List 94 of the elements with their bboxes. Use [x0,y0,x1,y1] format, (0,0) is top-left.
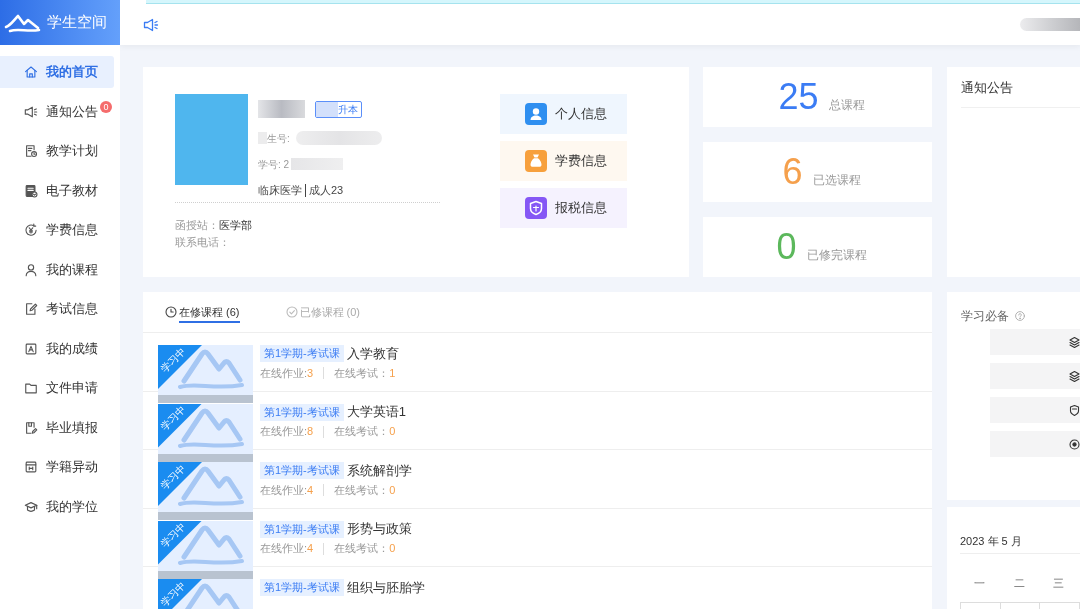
course-title[interactable]: 入学教育 [346,343,399,364]
weekday-label: 一 [974,577,986,590]
stat-number: 0 [776,229,797,265]
field-label: 生号: [267,131,290,146]
stat-label: 在线考试： [334,482,390,498]
check-circle-icon [285,306,298,318]
sidebar-item[interactable]: 教学计划 [0,135,114,167]
graduation-cap-icon [24,499,38,514]
folder-icon [24,381,38,395]
quick-link-button[interactable]: 报税信息 [500,188,627,228]
course-tab[interactable]: 在修课程 (6) [165,305,240,323]
stat-label: 在线作业: [260,365,308,381]
stat-value: 0 [389,482,396,498]
sidebar-item[interactable]: 电子教材 [0,174,114,207]
course-title[interactable]: 组织与胚胎学 [346,577,425,598]
sidebar-item[interactable]: 我的成绩 [0,332,114,365]
stat-label: 在线作业: [260,482,308,498]
course-title[interactable]: 形势与政策 [346,519,412,539]
stat-label: 在线作业: [260,424,308,440]
weekday-label: 二 [1013,577,1025,590]
sidebar-item[interactable]: 学籍异动 [0,451,114,483]
sidebar-item[interactable]: 我的课程 [0,253,114,286]
stat-label: 在线考试： [334,424,390,440]
card-title: 学习必备 [961,308,1009,325]
term-tag: 第1学期-考试课 [260,403,344,421]
weekday-label: 三 [1053,577,1065,590]
stat-label: 在线作业: [260,541,308,557]
home-icon [24,65,38,79]
document-clock-icon [24,144,38,158]
blurred-text [291,158,344,170]
count-badge: 0 [100,100,112,113]
calendar-icon [24,460,38,474]
disc-icon [1069,437,1080,451]
megaphone-icon [24,104,38,119]
book-icon [24,183,38,198]
card-title: 通知公告 [961,81,1014,95]
blurred-text [316,101,338,117]
stat-number: 25 [778,79,819,115]
term-tag: 第1学期-考试课 [260,462,344,479]
term-tag: 第1学期-考试课 [260,345,344,362]
letter-square-icon [24,341,38,356]
quick-link-button[interactable]: 学费信息 [500,141,627,181]
sidebar-item[interactable]: 我的学位 [0,490,114,523]
shield-icon [1069,403,1080,417]
sidebar-item[interactable]: 毕业填报 [0,411,114,444]
sidebar-item[interactable]: 学费信息 [0,214,114,246]
yen-circle-icon [24,223,38,237]
resource-button[interactable] [990,431,1080,457]
field-label: 函授站： [175,217,219,233]
stat-value: 1 [389,365,396,381]
stat-label: 已修完课程 [806,247,867,264]
stat-value: 4 [307,482,314,498]
blurred-text [258,100,305,118]
stat-value: 4 [307,541,314,557]
sidebar-item[interactable]: 我的首页 [0,56,114,88]
field-label: 学号: 2 [258,157,290,172]
blurred-text [1020,18,1080,31]
clock-icon [165,306,177,318]
stat-number: 6 [782,154,803,190]
major-text: 临床医学 [258,182,302,198]
stat-value: 0 [389,541,396,557]
stat-label: 在线考试： [334,365,390,381]
stat-label: 在线考试： [334,541,390,557]
sidebar-item[interactable]: 考试信息 [0,293,114,325]
field-label: 联系电话： [175,234,230,250]
logo-icon [3,12,41,33]
stat-value: 8 [307,424,314,440]
resource-button[interactable] [990,329,1080,355]
quick-link-button[interactable]: 个人信息 [500,94,627,134]
document-pen-icon [24,420,38,435]
stat-value: 0 [389,424,396,440]
stack-icon [1069,335,1080,349]
stat-label: 已选课程 [812,172,861,189]
term-tag: 第1学期-考试课 [260,579,344,596]
term-tag: 第1学期-考试课 [260,520,344,538]
sidebar-item[interactable]: 文件申请 [0,372,114,404]
calendar-title: 2023 年 5 月 [960,535,1023,548]
course-title[interactable]: 系统解剖学 [346,460,412,481]
status-ribbon: 学习中 [158,579,202,609]
person-icon [24,262,38,277]
resource-button[interactable] [990,363,1080,389]
course-title[interactable]: 大学英语1 [346,402,406,422]
megaphone-icon[interactable] [143,16,159,33]
program-label: 升本 [338,102,358,117]
app-title: 学生空间 [47,12,107,33]
edit-document-icon [24,302,38,316]
sidebar-item[interactable]: 通知公告 0 [0,95,114,128]
stat-label: 总课程 [828,97,865,114]
stat-value: 3 [307,365,314,381]
station-value: 医学部 [219,217,252,233]
help-circle-icon[interactable] [1015,311,1025,321]
resource-button[interactable] [990,397,1080,423]
stack-icon [1069,369,1080,383]
class-text: 成人23 [309,182,344,198]
